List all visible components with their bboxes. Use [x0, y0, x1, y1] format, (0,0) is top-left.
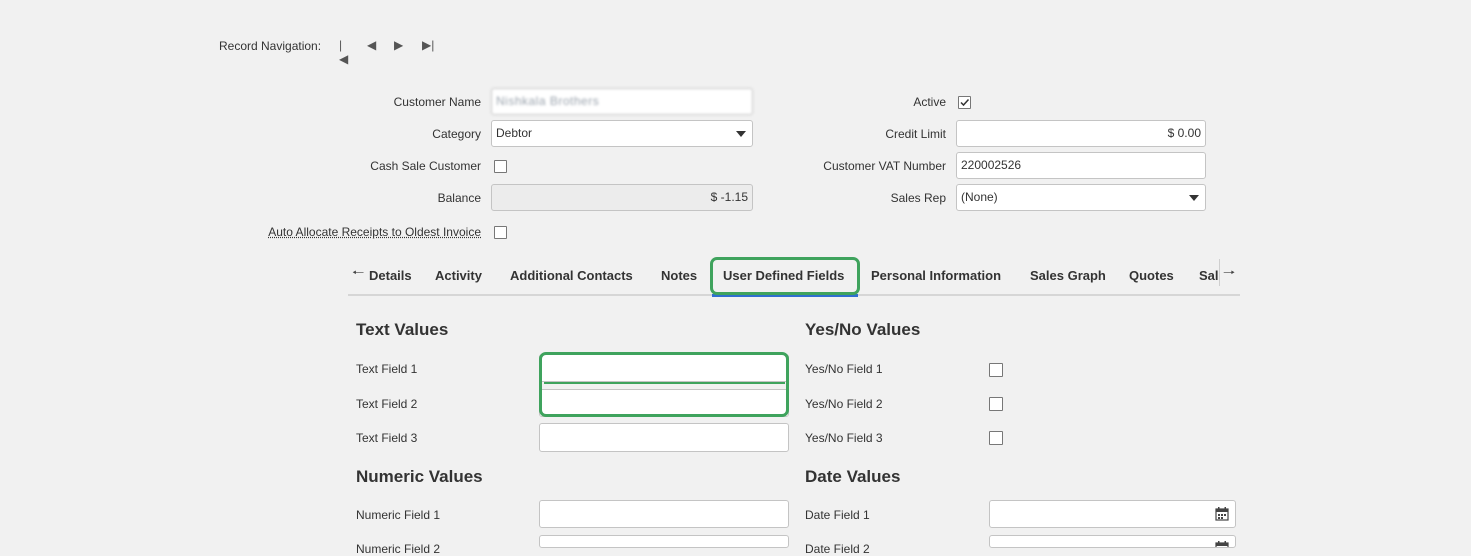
cash-sale-customer-label: Cash Sale Customer — [370, 159, 481, 173]
date-field-2-label: Date Field 2 — [805, 542, 870, 556]
tab-additional-contacts[interactable]: Additional Contacts — [510, 268, 633, 283]
text-field-2-input[interactable] — [539, 389, 789, 417]
tab-activity[interactable]: Activity — [435, 268, 482, 283]
balance-label: Balance — [437, 191, 481, 205]
active-checkbox[interactable] — [958, 96, 971, 109]
text-field-2-label: Text Field 2 — [356, 397, 418, 411]
tab-scroll-left-icon[interactable]: 🠐 — [352, 262, 364, 286]
calendar-icon[interactable] — [1215, 507, 1229, 521]
category-select[interactable]: Debtor — [491, 120, 753, 147]
active-tab-underline — [712, 294, 858, 297]
numeric-field-1-input[interactable] — [539, 500, 789, 528]
credit-limit-label: Credit Limit — [885, 127, 946, 141]
chevron-down-icon — [736, 131, 746, 137]
sales-rep-label: Sales Rep — [890, 191, 946, 205]
chevron-down-icon — [1189, 195, 1199, 201]
date-values-title: Date Values — [805, 467, 901, 486]
category-label: Category — [432, 127, 481, 141]
numeric-field-1-label: Numeric Field 1 — [356, 508, 441, 522]
text-field-1-input[interactable] — [539, 354, 789, 382]
tab-scroll-right-icon[interactable]: 🠒 — [1223, 262, 1235, 286]
date-field-1-label: Date Field 1 — [805, 508, 870, 522]
active-label: Active — [913, 95, 946, 109]
customer-vat-number-input[interactable]: 220002526 — [956, 152, 1206, 179]
calendar-icon[interactable] — [1215, 541, 1229, 548]
tab-notes[interactable]: Notes — [661, 268, 697, 283]
date-field-1-input[interactable] — [989, 500, 1236, 528]
tab-personal-information[interactable]: Personal Information — [871, 268, 1001, 283]
auto-allocate-checkbox[interactable] — [494, 226, 507, 239]
category-value: Debtor — [496, 126, 533, 140]
highlight-divider — [544, 382, 785, 384]
yes-no-field-3-checkbox[interactable] — [989, 431, 1003, 445]
previous-record-icon[interactable]: ◀ — [367, 38, 376, 52]
customer-vat-number-label: Customer VAT Number — [823, 159, 946, 173]
text-values-title: Text Values — [356, 320, 449, 339]
text-field-3-label: Text Field 3 — [356, 431, 418, 445]
sales-rep-select[interactable]: (None) — [956, 184, 1206, 211]
next-record-icon[interactable]: ▶ — [394, 38, 403, 52]
text-field-1-label: Text Field 1 — [356, 362, 418, 376]
auto-allocate-label: Auto Allocate Receipts to Oldest Invoice — [268, 225, 481, 239]
yes-no-field-1-checkbox[interactable] — [989, 363, 1003, 377]
numeric-field-2-label: Numeric Field 2 — [356, 542, 441, 556]
cash-sale-customer-checkbox[interactable] — [494, 160, 507, 173]
numeric-field-2-input[interactable] — [539, 535, 789, 548]
yes-no-field-2-label: Yes/No Field 2 — [805, 397, 883, 411]
yes-no-field-3-label: Yes/No Field 3 — [805, 431, 883, 445]
date-field-2-input[interactable] — [989, 535, 1236, 548]
balance-field: $ -1.15 — [491, 184, 753, 211]
text-field-3-input[interactable] — [539, 423, 789, 452]
record-navigation-label: Record Navigation: — [219, 39, 322, 53]
tab-details[interactable]: Details — [369, 268, 412, 283]
tab-sales-truncated[interactable]: Sal — [1199, 268, 1218, 283]
checkmark-icon — [960, 98, 970, 107]
tab-quotes[interactable]: Quotes — [1129, 268, 1174, 283]
customer-name-input[interactable]: Nishkala Brothers — [491, 88, 753, 115]
yes-no-field-2-checkbox[interactable] — [989, 397, 1003, 411]
yes-no-values-title: Yes/No Values — [805, 320, 921, 339]
first-record-icon[interactable]: |◀ — [339, 38, 348, 66]
sales-rep-value: (None) — [961, 190, 998, 204]
yes-no-field-1-label: Yes/No Field 1 — [805, 362, 883, 376]
credit-limit-input[interactable]: $ 0.00 — [956, 120, 1206, 147]
last-record-icon[interactable]: ▶| — [422, 38, 434, 52]
tab-scroll-right-button[interactable]: 🠒 — [1219, 259, 1240, 286]
customer-name-label: Customer Name — [393, 95, 481, 109]
tab-user-defined-fields[interactable]: User Defined Fields — [723, 268, 844, 283]
tab-sales-graph[interactable]: Sales Graph — [1030, 268, 1106, 283]
numeric-values-title: Numeric Values — [356, 467, 483, 486]
